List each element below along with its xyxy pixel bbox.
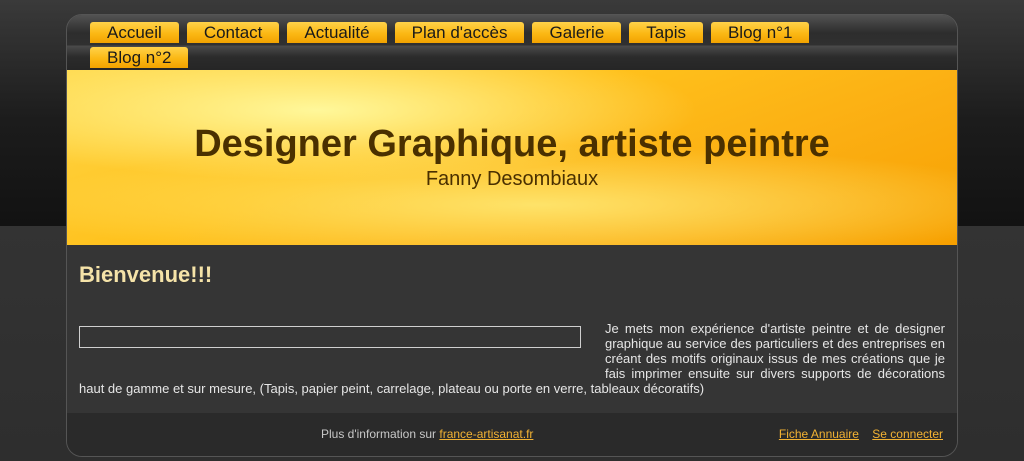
site-subtitle: Fanny Desombiaux xyxy=(425,168,599,190)
fiche-annuaire-link[interactable]: Fiche Annuaire xyxy=(779,427,859,441)
site-title: Designer Graphique, artiste peintre xyxy=(194,123,830,165)
footer-info: Plus d'information sur france-artisanat.… xyxy=(321,427,533,441)
page-container: Accueil Contact Actualité Plan d'accès G… xyxy=(66,14,958,457)
nav-tab-galerie[interactable]: Galerie xyxy=(532,22,622,43)
intro-paragraph: Je mets mon expérience d'artiste peintre… xyxy=(79,321,945,396)
nav-tab-blog-2[interactable]: Blog n°2 xyxy=(90,47,189,68)
nav-tab-plan-acces[interactable]: Plan d'accès xyxy=(394,22,525,43)
main-content: Bienvenue!!! Je mets mon expérience d'ar… xyxy=(67,245,957,413)
nav-tab-blog-1[interactable]: Blog n°1 xyxy=(710,22,810,43)
site-footer: Plus d'information sur france-artisanat.… xyxy=(67,413,957,456)
float-spacer xyxy=(79,321,605,381)
nav-tab-tapis[interactable]: Tapis xyxy=(629,22,703,43)
footer-info-prefix: Plus d'information sur xyxy=(321,427,437,441)
se-connecter-link[interactable]: Se connecter xyxy=(872,427,943,441)
nav-tab-accueil[interactable]: Accueil xyxy=(90,22,179,43)
nav-tab-contact[interactable]: Contact xyxy=(186,22,280,43)
france-artisanat-link[interactable]: france-artisanat.fr xyxy=(439,427,533,441)
nav-tab-actualite[interactable]: Actualité xyxy=(287,22,387,43)
main-nav: Accueil Contact Actualité Plan d'accès G… xyxy=(90,22,870,68)
welcome-heading: Bienvenue!!! xyxy=(79,262,213,287)
footer-links: Fiche Annuaire Se connecter xyxy=(769,427,943,441)
site-header-banner: Designer Graphique, artiste peintre Fann… xyxy=(67,70,957,245)
